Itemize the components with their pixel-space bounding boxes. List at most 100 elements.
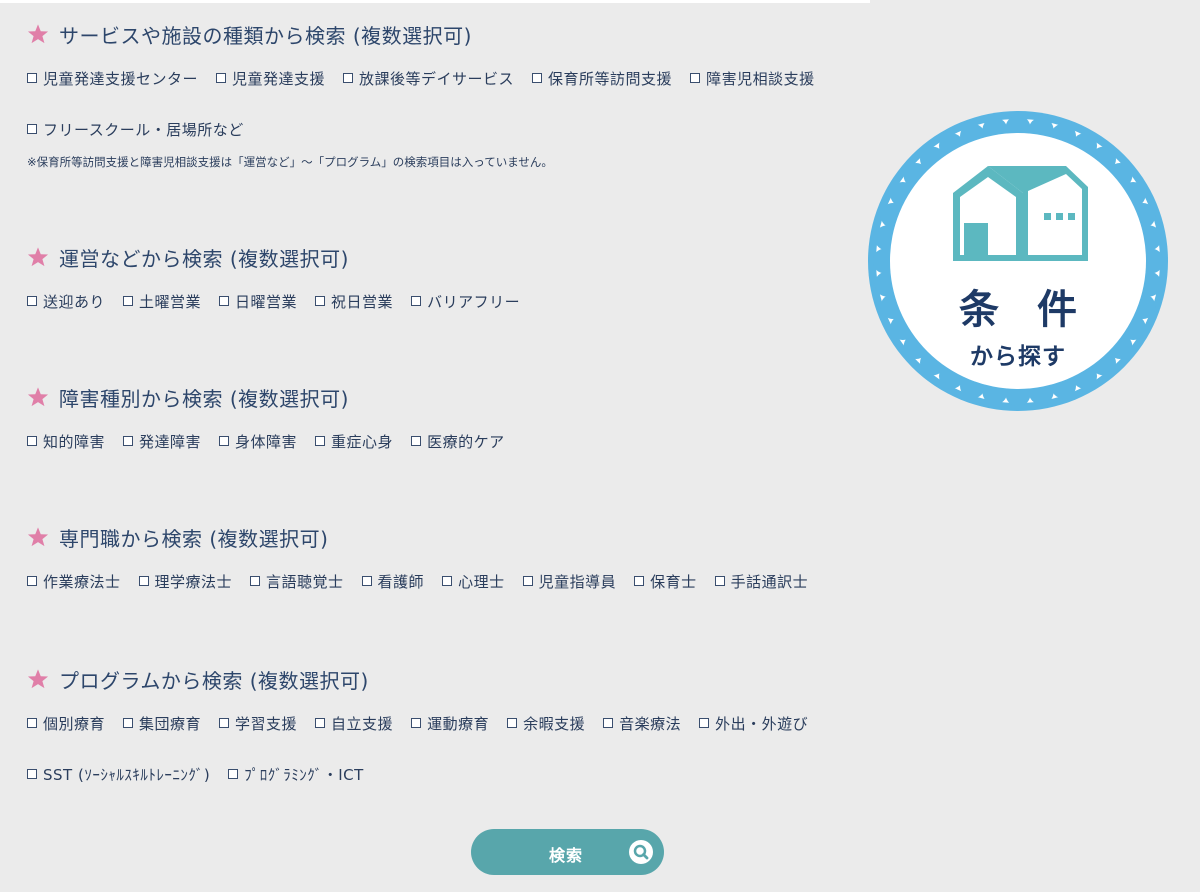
checkbox[interactable] [27, 296, 37, 306]
option-label: 医療的ケア [427, 432, 505, 451]
option-severe-multiple[interactable]: 重症心身 [315, 431, 393, 452]
option-label: 障害児相談支援 [706, 69, 815, 88]
checkbox[interactable] [634, 576, 645, 586]
checkbox[interactable] [690, 73, 701, 83]
option-physical[interactable]: 身体障害 [219, 431, 297, 452]
option-outing[interactable]: 外出・外遊び [699, 713, 808, 734]
checkbox[interactable] [219, 296, 230, 306]
checkbox[interactable] [411, 296, 422, 306]
badge-subtitle: から探す [970, 344, 1066, 370]
checkbox[interactable] [603, 718, 614, 728]
checkbox[interactable] [361, 576, 372, 586]
star-icon [27, 526, 49, 548]
section-title: 障害種別から検索 (複数選択可) [59, 386, 349, 411]
option-label: 保育所等訪問支援 [548, 69, 673, 88]
option-disabled-child-consultation[interactable]: 障害児相談支援 [690, 68, 815, 89]
option-nursery-visit-support[interactable]: 保育所等訪問支援 [532, 68, 672, 89]
option-label: 日曜営業 [235, 292, 298, 311]
section-programs: プログラムから検索 (複数選択可) 個別療育 集団療育 学習支援 自立支援 運動… [27, 664, 826, 785]
checkbox[interactable] [699, 718, 710, 728]
option-pt[interactable]: 理学療法士 [138, 571, 233, 592]
option-label: 送迎あり [43, 292, 106, 311]
option-sunday[interactable]: 日曜営業 [219, 291, 297, 312]
option-label: 運動療育 [427, 714, 490, 733]
option-label: 集団療育 [139, 714, 202, 733]
checkbox[interactable] [411, 718, 422, 728]
checkbox[interactable] [138, 576, 149, 586]
option-row: フリースクール・居場所など [27, 118, 833, 140]
checkbox[interactable] [507, 718, 518, 728]
checkbox[interactable] [27, 576, 37, 586]
checkbox[interactable] [27, 73, 37, 83]
option-st[interactable]: 言語聴覚士 [250, 571, 344, 592]
checkbox[interactable] [532, 73, 543, 83]
option-label: 発達障害 [139, 432, 202, 451]
checkbox[interactable] [27, 769, 37, 779]
checkbox[interactable] [27, 124, 37, 134]
option-row: SST (ｿｰｼｬﾙｽｷﾙﾄﾚｰﾆﾝｸﾞ) ﾌﾟﾛｸﾞﾗﾐﾝｸﾞ・ICT [27, 763, 826, 785]
search-button[interactable]: 検索 [471, 829, 664, 875]
option-label: バリアフリー [427, 292, 521, 311]
option-child-dev-center[interactable]: 児童発達支援センター [27, 68, 198, 89]
option-individual[interactable]: 個別療育 [27, 713, 105, 734]
option-label: 自立支援 [331, 714, 394, 733]
option-after-school-day-service[interactable]: 放課後等デイサービス [343, 68, 514, 89]
option-medical-care[interactable]: 医療的ケア [411, 431, 505, 452]
option-childcare-worker[interactable]: 保育士 [634, 571, 697, 592]
checkbox[interactable] [522, 576, 533, 586]
option-study-support[interactable]: 学習支援 [219, 713, 297, 734]
option-sst[interactable]: SST (ｿｰｼｬﾙｽｷﾙﾄﾚｰﾆﾝｸﾞ) [27, 764, 210, 785]
section-title-row: 専門職から検索 (複数選択可) [27, 522, 826, 552]
checkbox[interactable] [343, 73, 354, 83]
option-music-therapy[interactable]: 音楽療法 [603, 713, 681, 734]
option-row: 児童発達支援センター 児童発達支援 放課後等デイサービス 保育所等訪問支援 障害… [27, 67, 833, 89]
option-independence[interactable]: 自立支援 [315, 713, 393, 734]
option-nurse[interactable]: 看護師 [361, 571, 425, 592]
section-title-row: 障害種別から検索 (複数選択可) [27, 382, 523, 412]
option-holiday[interactable]: 祝日営業 [315, 291, 393, 312]
checkbox[interactable] [411, 436, 422, 446]
checkbox[interactable] [228, 769, 239, 779]
option-label: 身体障害 [235, 432, 298, 451]
option-developmental[interactable]: 発達障害 [123, 431, 201, 452]
checkbox[interactable] [250, 576, 261, 586]
option-group[interactable]: 集団療育 [123, 713, 201, 734]
checkbox[interactable] [27, 718, 37, 728]
option-sign-interpreter[interactable]: 手話通訳士 [714, 571, 809, 592]
option-psychologist[interactable]: 心理士 [442, 571, 505, 592]
section-title-row: プログラムから検索 (複数選択可) [27, 664, 826, 694]
option-pickup[interactable]: 送迎あり [27, 291, 105, 312]
option-label: SST (ｿｰｼｬﾙｽｷﾙﾄﾚｰﾆﾝｸﾞ) [43, 765, 211, 784]
option-label: 個別療育 [43, 714, 106, 733]
checkbox[interactable] [123, 296, 134, 306]
checkbox[interactable] [123, 718, 134, 728]
checkbox[interactable] [216, 73, 227, 83]
option-free-school[interactable]: フリースクール・居場所など [27, 119, 244, 140]
checkbox[interactable] [315, 718, 326, 728]
option-leisure[interactable]: 余暇支援 [507, 713, 585, 734]
checkbox[interactable] [315, 436, 326, 446]
checkbox[interactable] [219, 436, 230, 446]
option-barrier-free[interactable]: バリアフリー [411, 291, 520, 312]
checkbox[interactable] [123, 436, 134, 446]
section-title-row: 運営などから検索 (複数選択可) [27, 242, 538, 272]
checkbox[interactable] [219, 718, 230, 728]
checkbox[interactable] [315, 296, 326, 306]
option-child-dev-support[interactable]: 児童発達支援 [216, 68, 325, 89]
section-service-type: サービスや施設の種類から検索 (複数選択可) 児童発達支援センター 児童発達支援… [27, 19, 833, 170]
checkbox[interactable] [27, 436, 37, 446]
option-saturday[interactable]: 土曜営業 [123, 291, 201, 312]
option-ot[interactable]: 作業療法士 [27, 571, 121, 592]
option-label: 学習支援 [235, 714, 298, 733]
option-label: 看護師 [377, 572, 425, 591]
option-child-instructor[interactable]: 児童指導員 [522, 571, 617, 592]
section-title: 運営などから検索 (複数選択可) [59, 246, 349, 271]
option-exercise[interactable]: 運動療育 [411, 713, 489, 734]
search-icon [628, 839, 654, 865]
section-operation: 運営などから検索 (複数選択可) 送迎あり 土曜営業 日曜営業 祝日営業 バリア… [27, 242, 538, 312]
option-row: 作業療法士 理学療法士 言語聴覚士 看護師 心理士 児童指導員 保育士 手話通訳… [27, 570, 826, 592]
option-programming-ict[interactable]: ﾌﾟﾛｸﾞﾗﾐﾝｸﾞ・ICT [228, 764, 364, 785]
checkbox[interactable] [714, 576, 725, 586]
checkbox[interactable] [442, 576, 453, 586]
option-intellectual[interactable]: 知的障害 [27, 431, 105, 452]
